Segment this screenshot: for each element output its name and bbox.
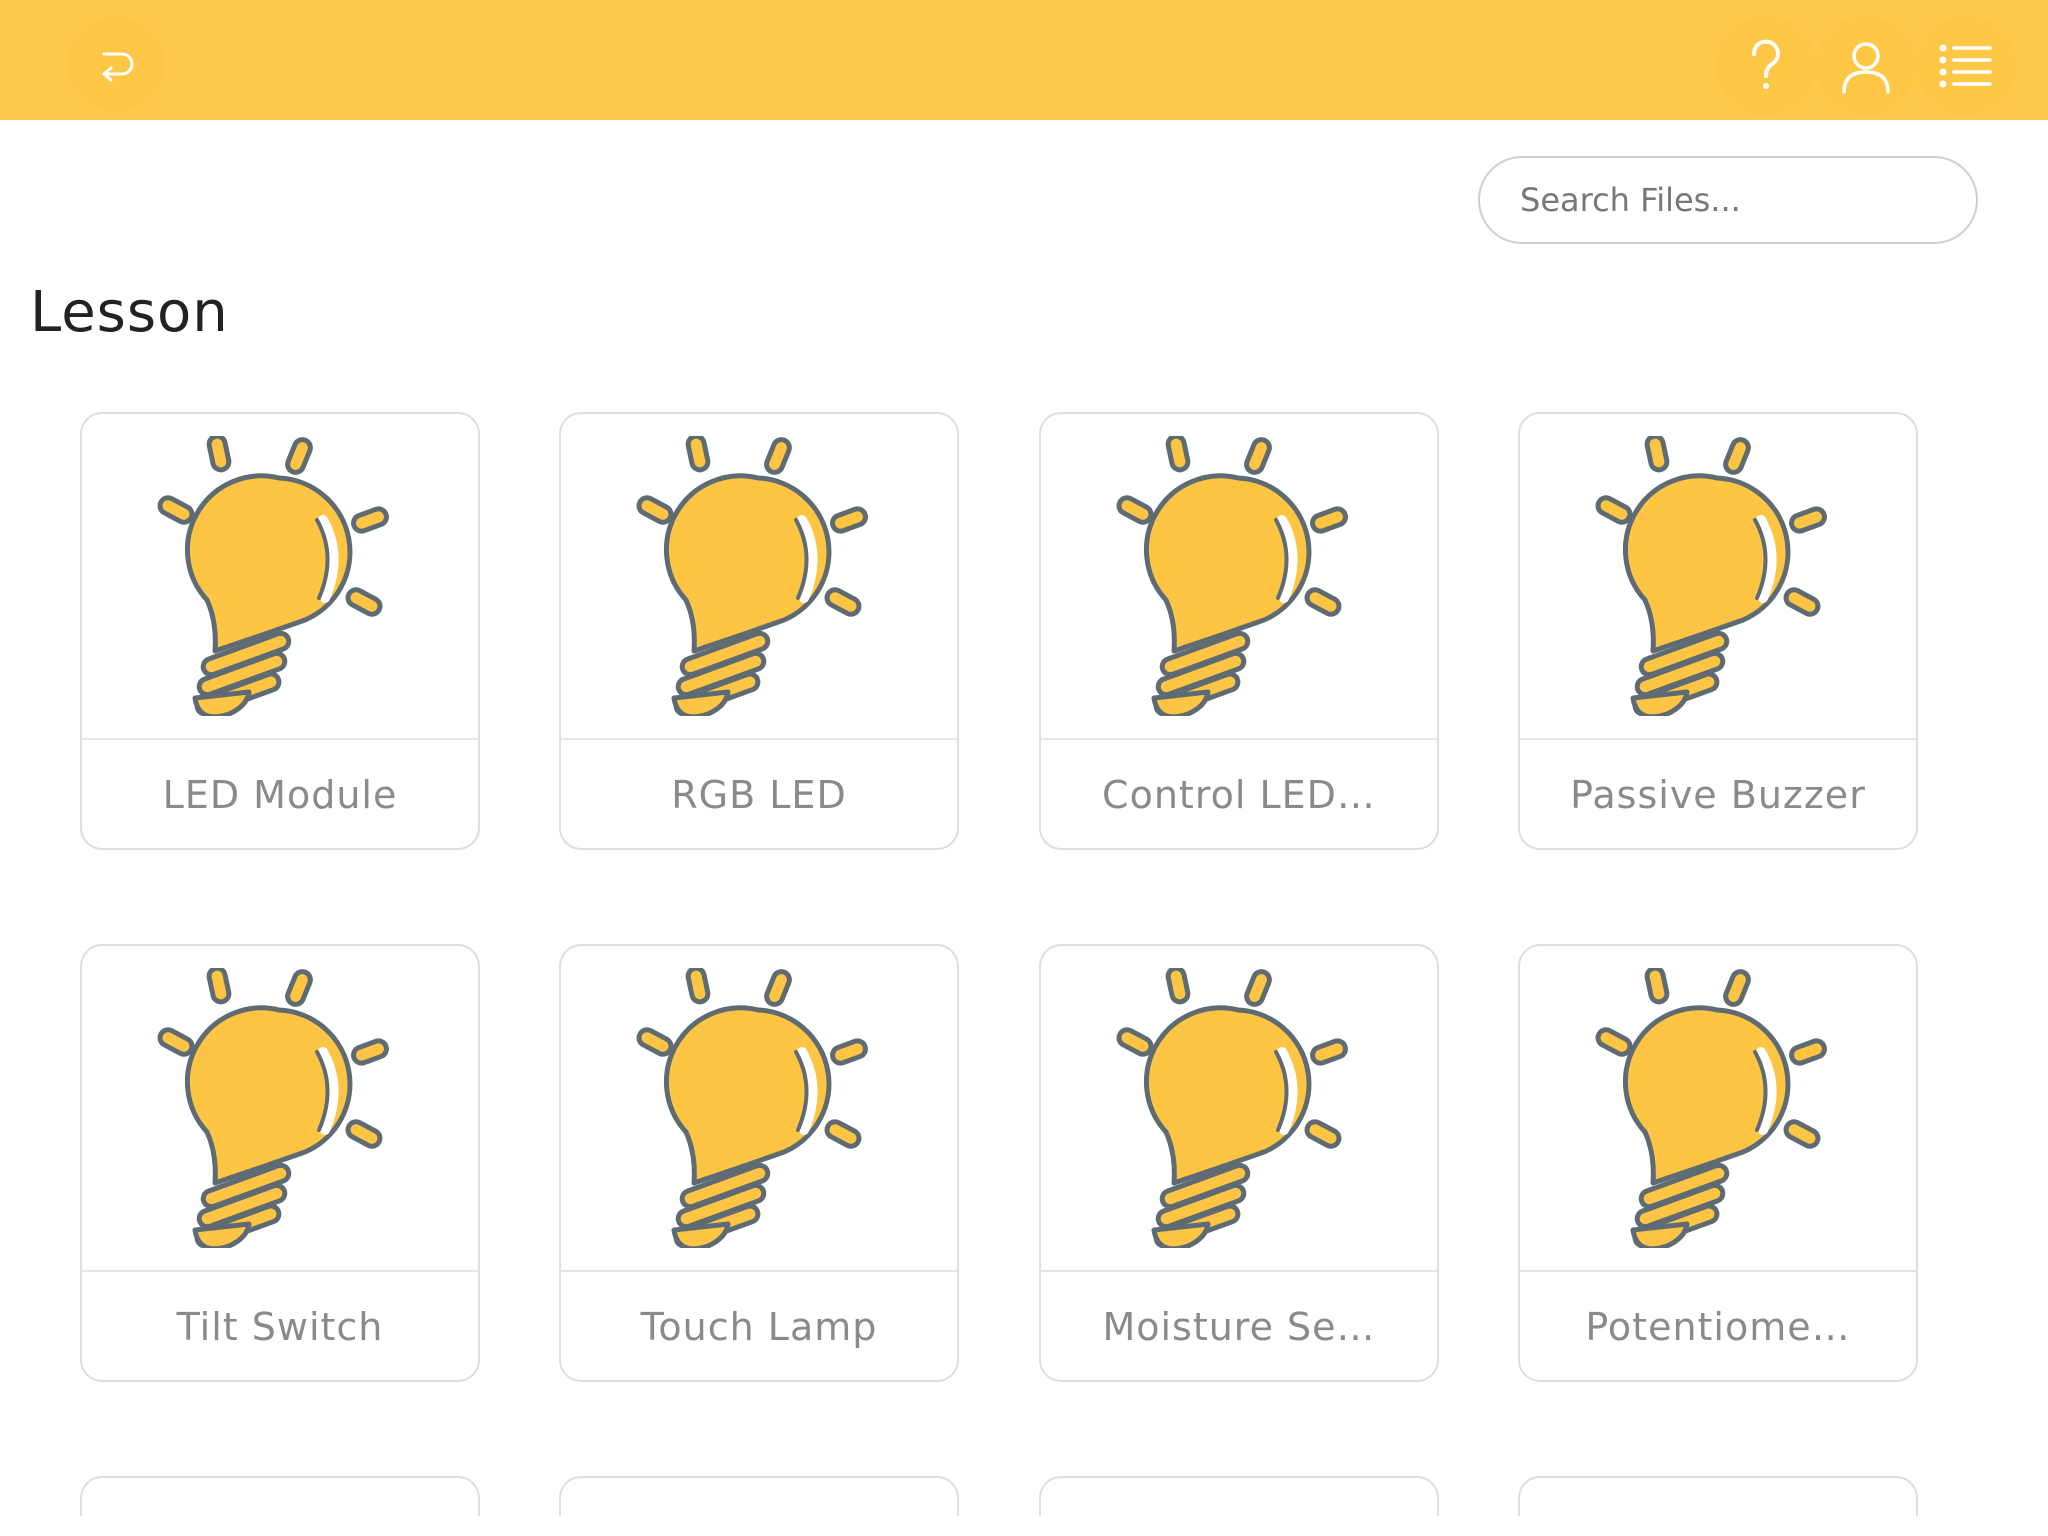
lesson-card-label: Touch Lamp [640, 1305, 878, 1349]
lesson-thumbnail [1520, 414, 1916, 740]
lightbulb-icon [157, 436, 389, 716]
lightbulb-icon [636, 436, 868, 716]
back-button[interactable] [68, 16, 164, 112]
lesson-card[interactable]: Touch Lamp [559, 944, 959, 1382]
lesson-card-partial[interactable] [559, 1476, 959, 1516]
lesson-card[interactable]: RGB LED [559, 412, 959, 850]
lesson-card-partial[interactable] [1518, 1476, 1918, 1516]
lesson-card[interactable]: Tilt Switch [80, 944, 480, 1382]
lightbulb-icon [636, 968, 868, 1248]
lesson-card-label: Tilt Switch [176, 1305, 384, 1349]
lesson-thumbnail [1520, 946, 1916, 1272]
section-title: Lesson [30, 280, 229, 345]
lesson-thumbnail [82, 946, 478, 1272]
back-arrow-icon [102, 52, 134, 82]
lesson-card[interactable]: Moisture Se… [1039, 944, 1439, 1382]
lesson-thumbnail [1041, 946, 1437, 1272]
list-menu-icon [1939, 44, 1992, 88]
search-input[interactable] [1478, 156, 1978, 244]
top-bar [0, 0, 2048, 120]
lesson-card-label: Potentiome… [1585, 1305, 1851, 1349]
question-mark-icon [1751, 39, 1780, 89]
lightbulb-icon [1595, 436, 1827, 716]
lesson-card-partial[interactable] [1039, 1476, 1439, 1516]
lesson-card-partial[interactable] [80, 1476, 480, 1516]
lesson-thumbnail [82, 414, 478, 740]
lesson-card[interactable]: Passive Buzzer [1518, 412, 1918, 850]
user-button[interactable] [1816, 16, 1916, 116]
lesson-card[interactable]: LED Module [80, 412, 480, 850]
lightbulb-icon [1595, 968, 1827, 1248]
lightbulb-icon [1116, 436, 1348, 716]
lightbulb-icon [1116, 968, 1348, 1248]
user-icon [1842, 42, 1890, 94]
lesson-thumbnail [561, 414, 957, 740]
lesson-card-label: Passive Buzzer [1570, 773, 1866, 817]
lesson-card-label: RGB LED [671, 773, 847, 817]
lesson-card-label: Control LED… [1102, 773, 1376, 817]
lesson-card-label: LED Module [162, 773, 398, 817]
lesson-card[interactable]: Control LED… [1039, 412, 1439, 850]
help-button[interactable] [1716, 16, 1816, 116]
lesson-card-label: Moisture Se… [1102, 1305, 1376, 1349]
menu-button[interactable] [1916, 16, 2016, 116]
lesson-thumbnail [561, 946, 957, 1272]
lesson-card[interactable]: Potentiome… [1518, 944, 1918, 1382]
lightbulb-icon [157, 968, 389, 1248]
lesson-thumbnail [1041, 414, 1437, 740]
